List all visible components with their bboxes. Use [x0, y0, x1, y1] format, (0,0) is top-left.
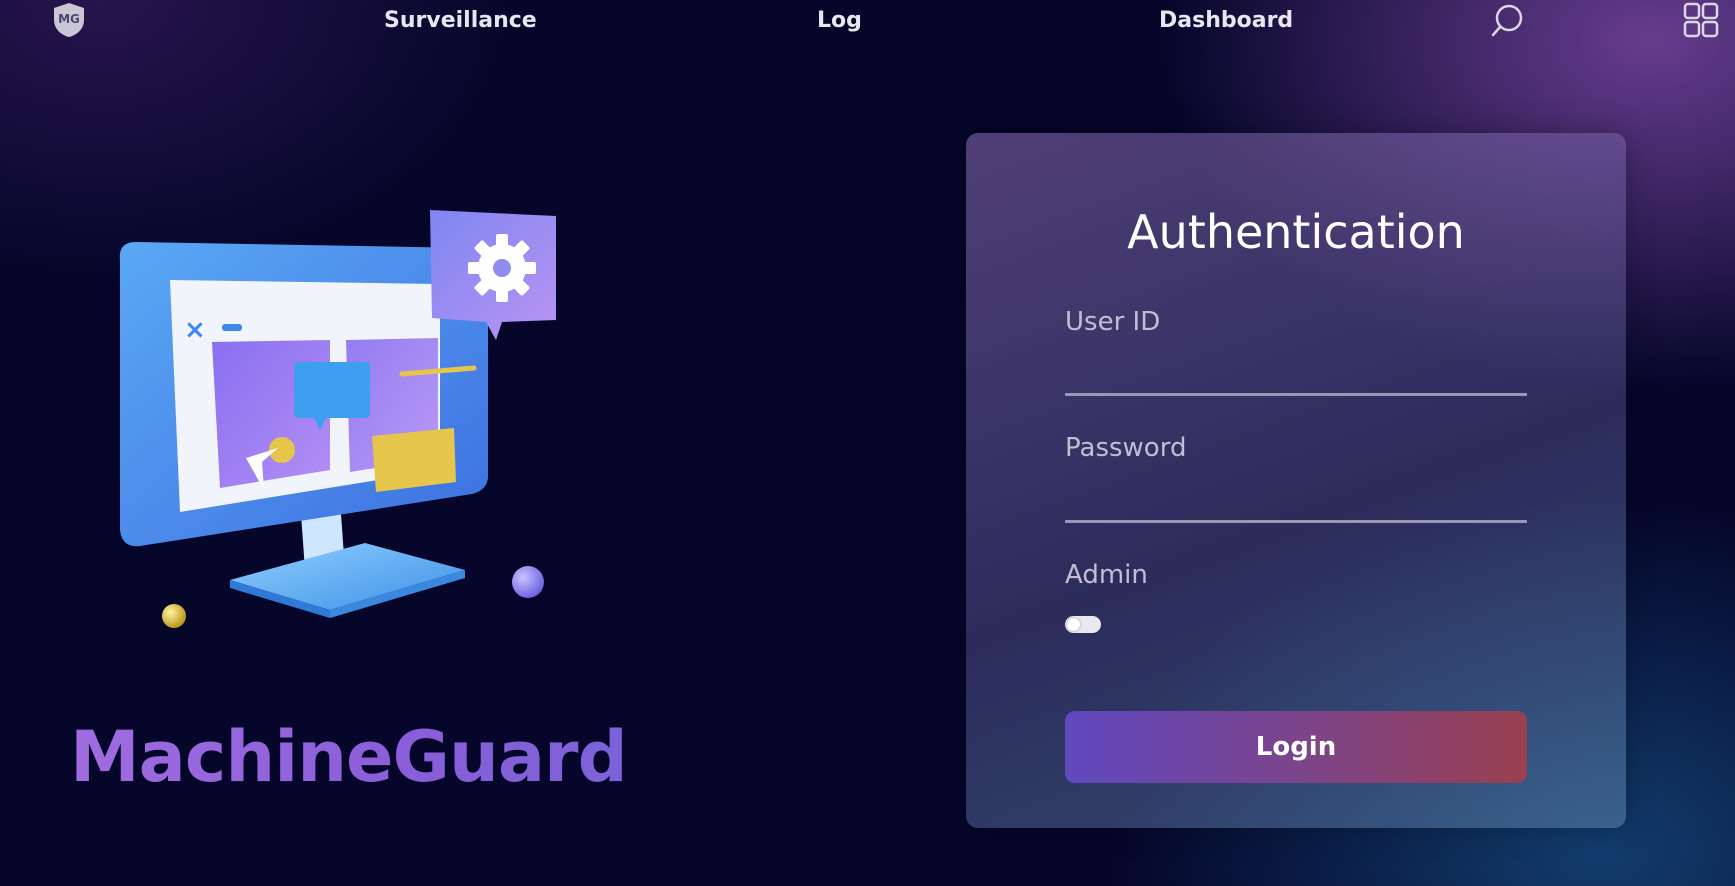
grid-menu-icon[interactable]	[1683, 2, 1719, 38]
brand-wordmark: MachineGuard	[70, 716, 628, 798]
toggle-knob	[1067, 618, 1080, 631]
user-id-input[interactable]	[1065, 353, 1527, 396]
login-button[interactable]: Login	[1065, 711, 1527, 783]
nav-link-log[interactable]: Log	[817, 8, 862, 33]
computer-monitor-illustration: ×	[119, 210, 556, 628]
search-icon[interactable]	[1490, 2, 1526, 38]
admin-label: Admin	[1065, 560, 1148, 590]
machineguard-shield-logo-icon[interactable]: MG	[52, 2, 86, 38]
user-id-label: User ID	[1065, 307, 1161, 337]
authentication-card: Authentication User ID Password Admin Lo…	[966, 133, 1626, 828]
nav-link-surveillance[interactable]: Surveillance	[384, 8, 537, 33]
admin-toggle[interactable]	[1065, 616, 1101, 633]
top-navigation: MG Surveillance Log Dashboard	[0, 0, 1735, 44]
password-label: Password	[1065, 433, 1187, 463]
svg-text:×: ×	[184, 315, 206, 345]
password-input[interactable]	[1065, 480, 1527, 523]
page-title: Authentication	[1127, 205, 1465, 259]
logo-monogram: MG	[58, 12, 80, 26]
nav-link-dashboard[interactable]: Dashboard	[1159, 8, 1293, 33]
